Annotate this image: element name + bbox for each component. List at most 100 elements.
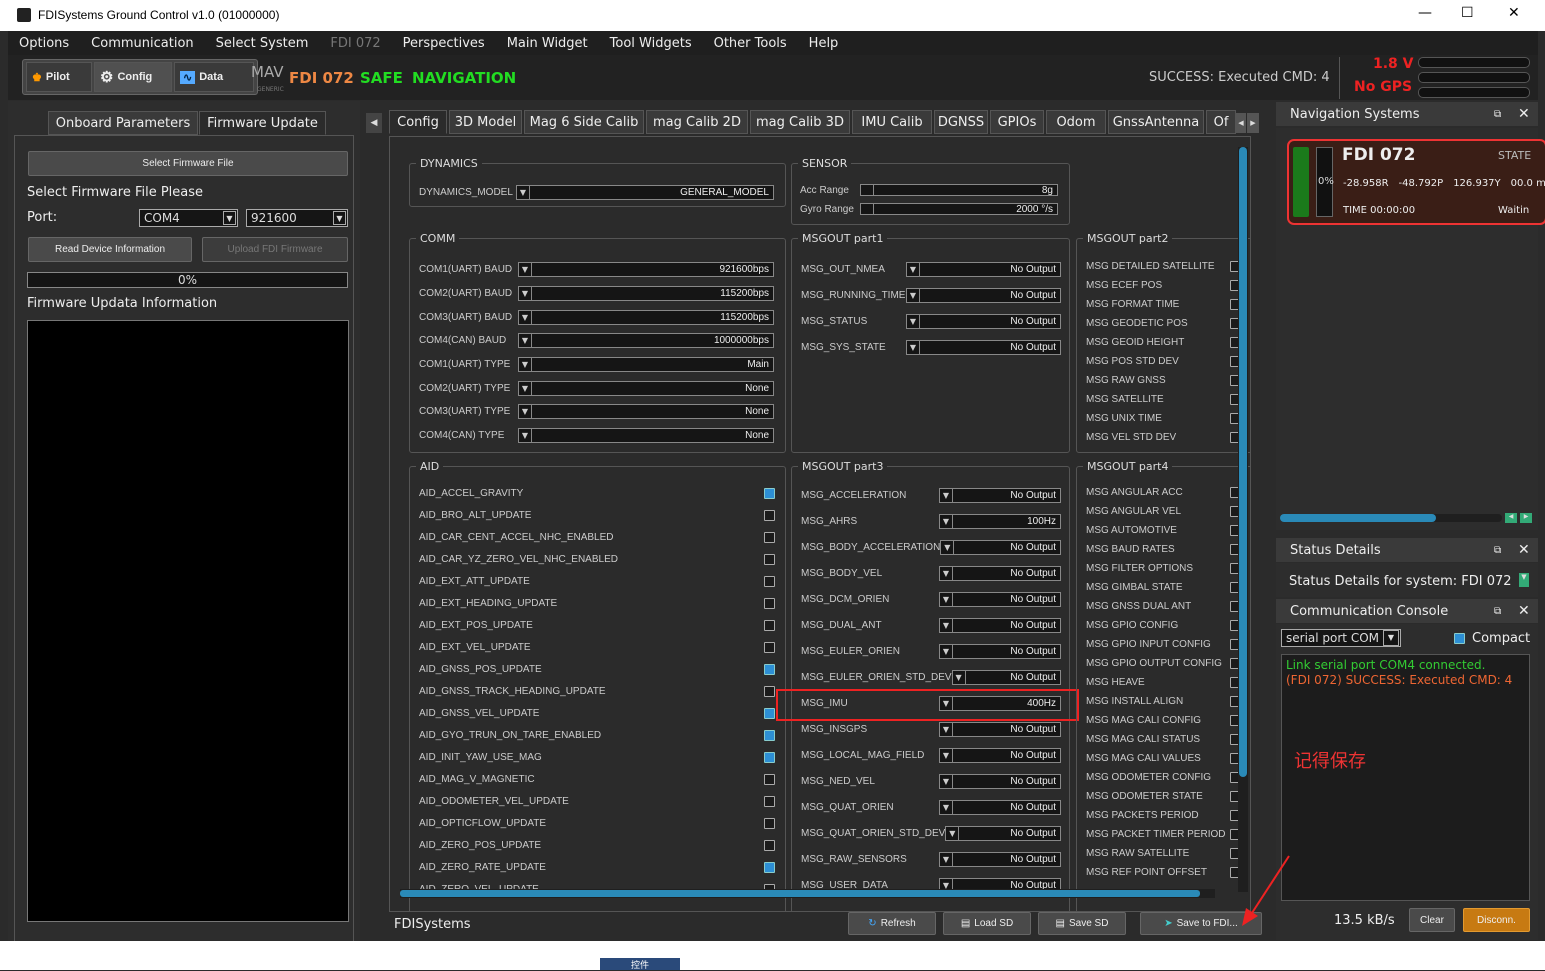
port-select[interactable]: COM4 ▼ — [139, 209, 238, 227]
pilot-button[interactable]: ♚ Pilot — [26, 62, 92, 92]
menu-main-widget[interactable]: Main Widget — [496, 36, 599, 51]
part3-select[interactable]: ▼ No Output — [951, 669, 1061, 685]
tabs-right-icon[interactable]: ▶ — [1247, 113, 1259, 133]
menu-select-system[interactable]: Select System — [205, 36, 320, 51]
part1-select[interactable]: ▼ No Output — [906, 339, 1061, 355]
part3-select[interactable]: ▼ No Output — [939, 773, 1061, 789]
comm-select[interactable]: ▼ 115200bps — [518, 286, 774, 302]
scrollbar-thumb[interactable] — [1280, 514, 1436, 522]
float-icon[interactable]: ⧉ — [1494, 545, 1501, 556]
part1-select[interactable]: ▼ No Output — [906, 313, 1061, 329]
tab-gnss-antenna[interactable]: GnssAntenna — [1108, 110, 1204, 134]
tab-3d-model[interactable]: 3D Model — [449, 110, 522, 134]
tab-overflow[interactable]: Of — [1206, 110, 1236, 134]
part3-select[interactable]: ▼ No Output — [939, 747, 1061, 763]
load-sd-button[interactable]: ▤ Load SD — [943, 912, 1031, 935]
compact-checkbox[interactable] — [1454, 633, 1465, 644]
part1-select[interactable]: ▼ No Output — [906, 261, 1061, 277]
taskbar-item[interactable]: 控件 — [600, 958, 680, 971]
menu-help[interactable]: Help — [798, 36, 850, 51]
part3-select[interactable]: ▼ No Output — [939, 565, 1061, 581]
clear-button[interactable]: Clear — [1409, 908, 1455, 932]
tab-mag-6-side[interactable]: Mag 6 Side Calib — [524, 110, 644, 134]
tab-firmware-update[interactable]: Firmware Update — [199, 111, 326, 135]
menu-perspectives[interactable]: Perspectives — [392, 36, 496, 51]
config-scroll-area[interactable]: DYNAMICS DYNAMICS_MODEL ▼ GENERAL_MODEL S… — [389, 136, 1251, 912]
horizontal-scrollbar[interactable] — [400, 889, 1215, 898]
aid-checkbox[interactable] — [764, 575, 775, 587]
disconnect-button[interactable]: Disconn. — [1463, 908, 1530, 932]
scroll-left-icon[interactable]: ◀ — [366, 113, 382, 133]
comm-select[interactable]: ▼ Main — [518, 357, 774, 373]
tab-gpios[interactable]: GPIOs — [990, 110, 1044, 134]
part3-select[interactable]: ▼ No Output — [939, 721, 1061, 737]
scroll-left-icon[interactable]: ◀ — [1505, 513, 1517, 523]
tab-imu-calib[interactable]: IMU Calib — [852, 110, 932, 134]
comm-select[interactable]: ▼ 921600bps — [518, 262, 774, 278]
dynamics-model-select[interactable]: ▼ GENERAL_MODEL — [516, 185, 774, 200]
close-icon[interactable]: ✕ — [1518, 603, 1530, 619]
aid-checkbox[interactable] — [764, 641, 775, 653]
aid-checkbox[interactable] — [764, 553, 775, 565]
close-icon[interactable]: ✕ — [1518, 106, 1530, 122]
tab-dgnss[interactable]: DGNSS — [934, 110, 988, 134]
refresh-button[interactable]: ↻ Refresh — [848, 912, 936, 935]
aid-checkbox[interactable] — [764, 729, 775, 741]
scroll-right-icon[interactable]: ▶ — [1520, 513, 1532, 523]
tab-mag-3d[interactable]: mag Calib 3D — [750, 110, 850, 134]
aid-checkbox[interactable] — [764, 751, 775, 763]
scroll-down-icon[interactable]: ▼ — [1519, 573, 1529, 587]
part3-select[interactable]: ▼ No Output — [939, 851, 1061, 867]
aid-checkbox[interactable] — [764, 509, 775, 521]
tabs-left-icon[interactable]: ◀ — [1236, 113, 1246, 133]
aid-checkbox[interactable] — [764, 861, 775, 873]
slider-handle[interactable] — [861, 204, 874, 214]
config-button[interactable]: ⚙ Config — [94, 62, 172, 92]
aid-checkbox[interactable] — [764, 817, 775, 829]
aid-checkbox[interactable] — [764, 773, 775, 785]
aid-checkbox[interactable] — [764, 663, 775, 675]
comm-select[interactable]: ▼ 115200bps — [518, 309, 774, 325]
tab-odom[interactable]: Odom — [1046, 110, 1106, 134]
comm-select[interactable]: ▼ None — [518, 404, 774, 420]
acc-range-slider[interactable]: 8g — [860, 184, 1058, 196]
part3-select[interactable]: ▼ No Output — [945, 825, 1061, 841]
scrollbar-thumb[interactable] — [1239, 147, 1247, 777]
comm-select[interactable]: ▼ None — [518, 380, 774, 396]
minimize-button[interactable]: — — [1418, 5, 1432, 21]
tab-config[interactable]: Config — [389, 110, 447, 134]
float-icon[interactable]: ⧉ — [1494, 606, 1501, 617]
menu-other-tools[interactable]: Other Tools — [703, 36, 798, 51]
aid-checkbox[interactable] — [764, 795, 775, 807]
part3-select[interactable]: ▼ No Output — [939, 617, 1061, 633]
scrollbar-thumb[interactable] — [400, 890, 1200, 897]
aid-checkbox[interactable] — [764, 839, 775, 851]
comm-select[interactable]: ▼ None — [518, 428, 774, 444]
nav-scrollbar[interactable] — [1280, 514, 1502, 522]
menu-fdi072[interactable]: FDI 072 — [319, 36, 391, 51]
gyro-range-slider[interactable]: 2000 °/s — [860, 203, 1058, 215]
menu-communication[interactable]: Communication — [80, 36, 204, 51]
part3-select[interactable]: ▼ 100Hz — [939, 513, 1061, 529]
close-icon[interactable]: ✕ — [1518, 542, 1530, 558]
aid-checkbox[interactable] — [764, 685, 775, 697]
aid-checkbox[interactable] — [764, 707, 775, 719]
part1-select[interactable]: ▼ No Output — [906, 287, 1061, 303]
close-button[interactable]: ✕ — [1508, 5, 1520, 21]
data-button[interactable]: ∿ Data — [174, 62, 254, 92]
aid-checkbox[interactable] — [764, 531, 775, 543]
read-device-button[interactable]: Read Device Information — [28, 237, 192, 262]
menu-options[interactable]: Options — [8, 36, 80, 51]
select-firmware-button[interactable]: Select Firmware File — [28, 151, 348, 176]
comm-select[interactable]: ▼ 1000000bps — [518, 333, 774, 349]
float-icon[interactable]: ⧉ — [1494, 109, 1501, 120]
tab-mag-2d[interactable]: mag Calib 2D — [646, 110, 748, 134]
aid-checkbox[interactable] — [764, 597, 775, 609]
part3-select[interactable]: ▼ No Output — [940, 539, 1061, 555]
part3-select[interactable]: ▼ No Output — [939, 591, 1061, 607]
maximize-button[interactable]: ☐ — [1461, 5, 1474, 21]
part3-select[interactable]: ▼ No Output — [939, 799, 1061, 815]
slider-handle[interactable] — [861, 185, 874, 195]
chevron-down-icon[interactable]: ▼ — [1383, 630, 1399, 646]
aid-checkbox[interactable] — [764, 619, 775, 631]
